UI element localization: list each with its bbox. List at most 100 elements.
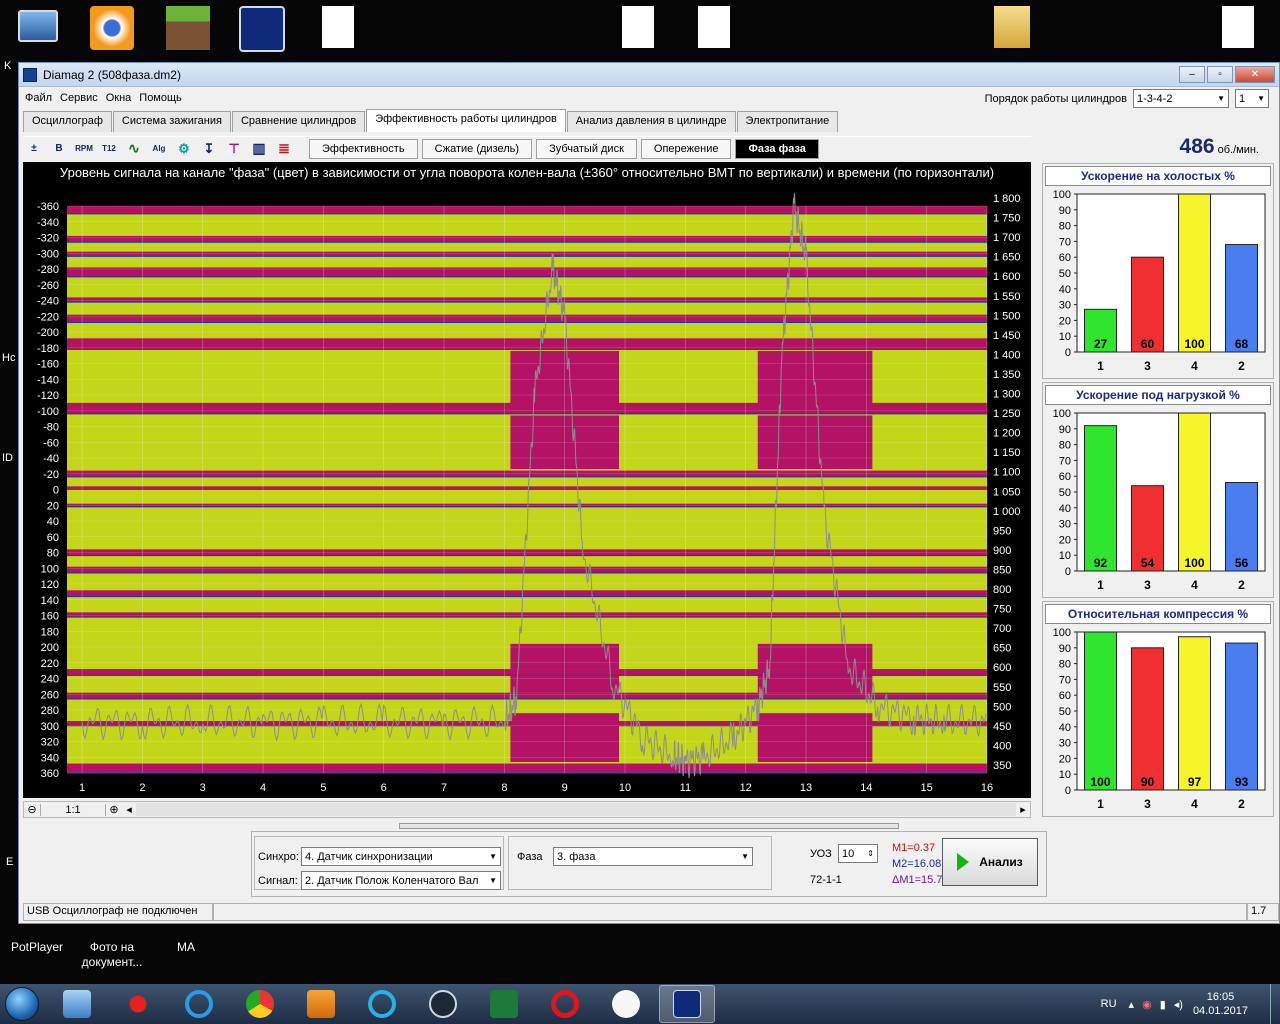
taskbar-steam[interactable] [415,985,471,1023]
taskbar-paint[interactable] [110,985,166,1023]
panel-splitter[interactable] [399,823,899,829]
bold-icon[interactable]: B [48,138,70,160]
alg-icon[interactable]: Alg [148,138,170,160]
spin-arrows-icon: ⇕ [867,849,874,858]
chevron-down-icon: ▼ [489,876,497,885]
zoom-out-icon[interactable]: ⊖ [24,803,40,816]
idle-acceleration-title: Ускорение на холостых % [1045,166,1271,186]
cylinder-order-spin[interactable]: 1 ▼ [1235,89,1269,108]
taskbar-opera[interactable] [537,985,593,1023]
language-indicator[interactable]: RU [1101,998,1117,1010]
signal-select[interactable]: 2. Датчик Полож Коленчатого Вал ▼ [301,871,501,890]
category-label: 1 [1097,359,1104,373]
analyze-button[interactable]: Анализ [942,838,1038,886]
bar-value-label: 90 [1141,775,1155,789]
scroll-track[interactable] [136,803,1016,816]
taskbar-explorer[interactable] [49,985,105,1023]
tab-pressure-analysis[interactable]: Анализ давления в цилиндре [566,111,736,132]
subtab-compression-diesel[interactable]: Сжатие (дизель) [421,138,533,159]
show-desktop-button[interactable] [1270,984,1280,1024]
menu-service[interactable]: Сервис [60,92,98,104]
folder-icon[interactable] [982,2,1042,54]
y-left-tick-label: -60 [43,437,59,449]
y-right-tick-label: 1 600 [993,271,1021,283]
low-signal-zone [757,713,873,762]
y-left-tick-label: 220 [41,658,59,670]
low-signal-band [67,297,987,303]
minimize-button[interactable]: – [1179,66,1205,83]
phase-select[interactable]: 3. фаза ▼ [553,847,753,866]
y-tick-label: 100 [1053,189,1071,201]
zoom-in-icon[interactable]: ⊕ [106,803,122,816]
sync-select[interactable]: 4. Датчик синхронизации ▼ [301,847,501,866]
subtab-efficiency[interactable]: Эффективность [309,138,418,159]
file-icon[interactable] [308,2,368,54]
scroll-left-icon[interactable]: ◂ [122,803,136,816]
cursor-icon[interactable]: ↧ [198,138,220,160]
fit-icon[interactable]: ± [23,138,45,160]
clock[interactable]: 16:05 04.01.2017 [1193,990,1248,1018]
chevron-up-icon[interactable]: ▴ [1129,998,1135,1011]
desktop-edge-label: K [4,60,12,72]
taskbar-excel[interactable] [476,985,532,1023]
tab-cylinder-compare[interactable]: Сравнение цилиндров [231,111,366,132]
title-bar[interactable]: Diamag 2 (508фаза.dm2) [19,63,1279,87]
system-tray: RU ▴ ◉ ▮ ◂) 16:05 04.01.2017 [1101,984,1280,1024]
diamag-desktop-icon[interactable] [232,2,292,54]
taskbar-ie[interactable] [171,985,227,1023]
curve-icon[interactable]: ∿ [123,138,145,160]
rpm-icon[interactable]: RPM [73,138,95,160]
start-button[interactable] [0,984,44,1024]
cylinder-icon[interactable]: ⚙ [173,138,195,160]
taskbar-media[interactable] [293,985,349,1023]
taskbar-yandex[interactable] [598,985,654,1023]
y-right-tick-label: 1 200 [993,428,1021,440]
taskbar-chrome[interactable] [232,985,288,1023]
marker-icon[interactable]: ⊤ [223,138,245,160]
cylinder-order-select[interactable]: 1-3-4-2 ▼ [1133,89,1229,108]
close-button[interactable]: ✕ [1235,66,1275,83]
y-left-tick-label: -220 [37,311,59,323]
subtab-tooth-disk[interactable]: Зубчатый диск [536,138,637,159]
photo-doc-icon-label[interactable]: Фото на документ... [76,940,148,970]
computer-icon[interactable] [8,2,68,54]
menu-windows[interactable]: Окна [106,92,132,104]
x-tick-label: 14 [860,782,872,794]
subtab-phase-phase[interactable]: Фаза фаза [735,138,819,159]
m1-value: M1=0.37 [892,842,936,854]
tab-oscilloscope[interactable]: Осциллограф [23,111,112,132]
t12-icon[interactable]: T12 [98,138,120,160]
taskbar-mail[interactable] [354,985,410,1023]
barchart-icon[interactable]: ▥ [248,138,270,160]
y-tick-label: 10 [1059,769,1071,781]
antivirus-icon[interactable]: ◉ [1142,998,1152,1011]
file-icon[interactable] [608,2,668,54]
menu-file[interactable]: Файл [25,92,52,104]
maximize-button[interactable]: ▫ [1207,66,1233,83]
uoz-spin[interactable]: 10 ⇕ [838,844,878,863]
network-icon[interactable]: ▮ [1160,998,1166,1011]
taskbar-diamag[interactable] [659,985,715,1023]
faststone-icon[interactable] [82,2,142,54]
subtab-advance[interactable]: Опережение [640,138,732,159]
table-icon[interactable]: ≣ [273,138,295,160]
volume-icon[interactable]: ◂) [1174,998,1183,1011]
y-left-tick-label: 180 [41,626,59,638]
ie-icon [185,990,213,1018]
ma-icon-label[interactable]: MA [162,940,210,955]
scroll-right-icon[interactable]: ▸ [1016,803,1030,816]
diamag-window: Diamag 2 (508фаза.dm2) – ▫ ✕ Файл Сервис… [18,62,1280,924]
bar-value-label: 54 [1141,556,1155,570]
file-icon[interactable] [684,2,744,54]
tab-power-supply[interactable]: Электропитание [736,111,839,132]
phase-heatmap-chart[interactable]: Уровень сигнала на канале "фаза" (цвет) … [23,162,1031,798]
tab-cylinder-efficiency[interactable]: Эффективность работы цилиндров [366,109,566,132]
potplayer-icon-label[interactable]: PotPlayer [6,940,68,955]
tab-ignition[interactable]: Система зажигания [112,111,231,132]
file-icon[interactable] [1208,2,1268,54]
main-tabs: Осциллограф Система зажигания Сравнение … [23,109,839,132]
horizontal-scrollbar[interactable]: ⊖ 1:1 ⊕ ◂ ▸ [23,801,1031,818]
minecraft-icon[interactable] [158,2,218,54]
menu-help[interactable]: Помощь [139,92,182,104]
y-right-tick-label: 1 450 [993,330,1021,342]
